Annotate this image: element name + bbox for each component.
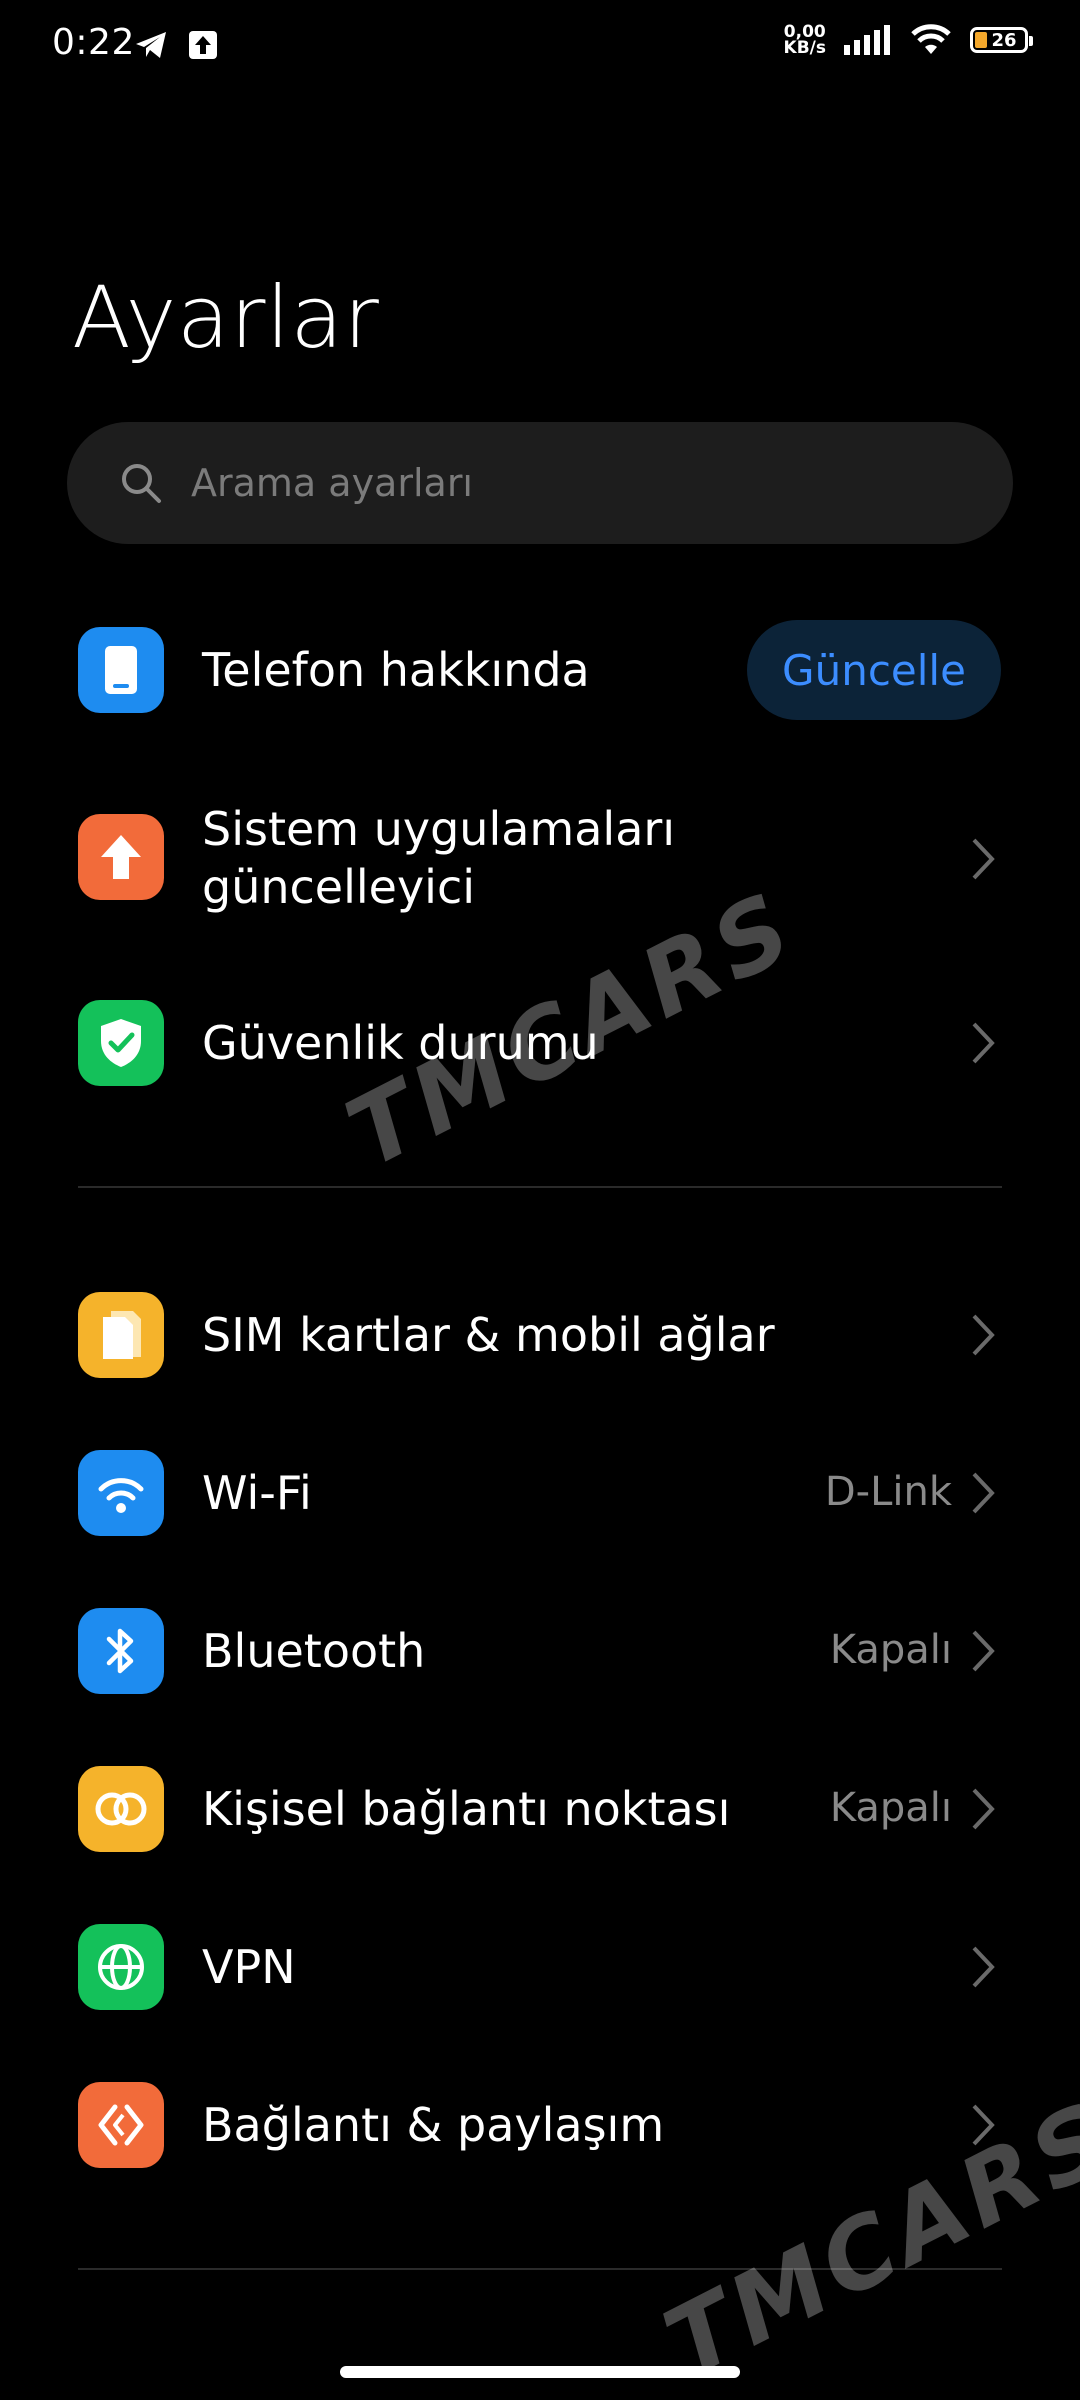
bluetooth-icon (78, 1608, 164, 1694)
wifi-icon (78, 1450, 164, 1536)
settings-item-label: Bağlantı & paylaşım (202, 2098, 665, 2152)
network-speed: 0,00 KB/s (783, 24, 826, 58)
settings-item-wifi[interactable]: Wi-Fi D-Link (0, 1450, 1080, 1536)
settings-item-connection-sharing[interactable]: Bağlantı & paylaşım (0, 2082, 1080, 2168)
settings-item-label: Kişisel bağlantı noktası (202, 1782, 731, 1836)
settings-item-value: Kapalı (829, 1627, 952, 1673)
settings-item-label: SIM kartlar & mobil ağlar (202, 1308, 775, 1362)
settings-item-system-apps-updater[interactable]: Sistem uygulamaları güncelleyici (0, 800, 1080, 918)
settings-item-sim-cards[interactable]: SIM kartlar & mobil ağlar (0, 1292, 1080, 1378)
upload-arrow-icon (78, 814, 164, 900)
search-input[interactable] (189, 460, 973, 506)
shield-check-icon (78, 1000, 164, 1086)
settings-item-bluetooth[interactable]: Bluetooth Kapalı (0, 1608, 1080, 1694)
settings-item-label: Sistem uygulamaları güncelleyici (202, 802, 676, 914)
telegram-icon (136, 32, 166, 58)
settings-item-value: Kapalı (829, 1785, 952, 1831)
globe-icon (78, 1924, 164, 2010)
network-speed-unit: KB/s (783, 38, 826, 58)
settings-item-value: D-Link (824, 1469, 952, 1515)
update-button[interactable]: Güncelle (747, 620, 1001, 720)
settings-item-label: Bluetooth (202, 1624, 426, 1678)
search-bar[interactable] (67, 422, 1013, 544)
upload-notification-icon (189, 31, 217, 59)
settings-item-label: Telefon hakkında (202, 643, 590, 697)
settings-item-label: VPN (202, 1940, 296, 1994)
status-right-icons: 0,00 KB/s 26 (783, 24, 1033, 58)
wifi-status-icon (911, 24, 951, 54)
battery-icon: 26 (970, 27, 1033, 53)
phone-icon (78, 627, 164, 713)
settings-item-about-phone[interactable]: Telefon hakkında Güncelle (0, 620, 1080, 720)
settings-item-vpn[interactable]: VPN (0, 1924, 1080, 2010)
settings-item-label: Wi-Fi (202, 1466, 312, 1520)
page-title: Ayarlar (72, 268, 380, 368)
battery-level: 26 (991, 29, 1017, 51)
signal-icon (844, 25, 890, 55)
home-indicator[interactable] (340, 2366, 740, 2378)
chevron-right-icon (972, 1022, 995, 1064)
chevron-right-icon (972, 1630, 995, 1672)
chevron-right-icon (972, 1472, 995, 1514)
chevron-right-icon (972, 1946, 995, 1988)
status-time: 0:22 (52, 22, 135, 63)
share-icon (78, 2082, 164, 2168)
chevron-right-icon (972, 1314, 995, 1356)
search-icon (122, 464, 161, 503)
chevron-right-icon (972, 1788, 995, 1830)
section-divider (78, 1186, 1002, 1188)
chevron-right-icon (972, 838, 995, 880)
sim-card-icon (78, 1292, 164, 1378)
settings-item-hotspot[interactable]: Kişisel bağlantı noktası Kapalı (0, 1766, 1080, 1852)
hotspot-icon (78, 1766, 164, 1852)
status-left-icons (134, 30, 218, 60)
